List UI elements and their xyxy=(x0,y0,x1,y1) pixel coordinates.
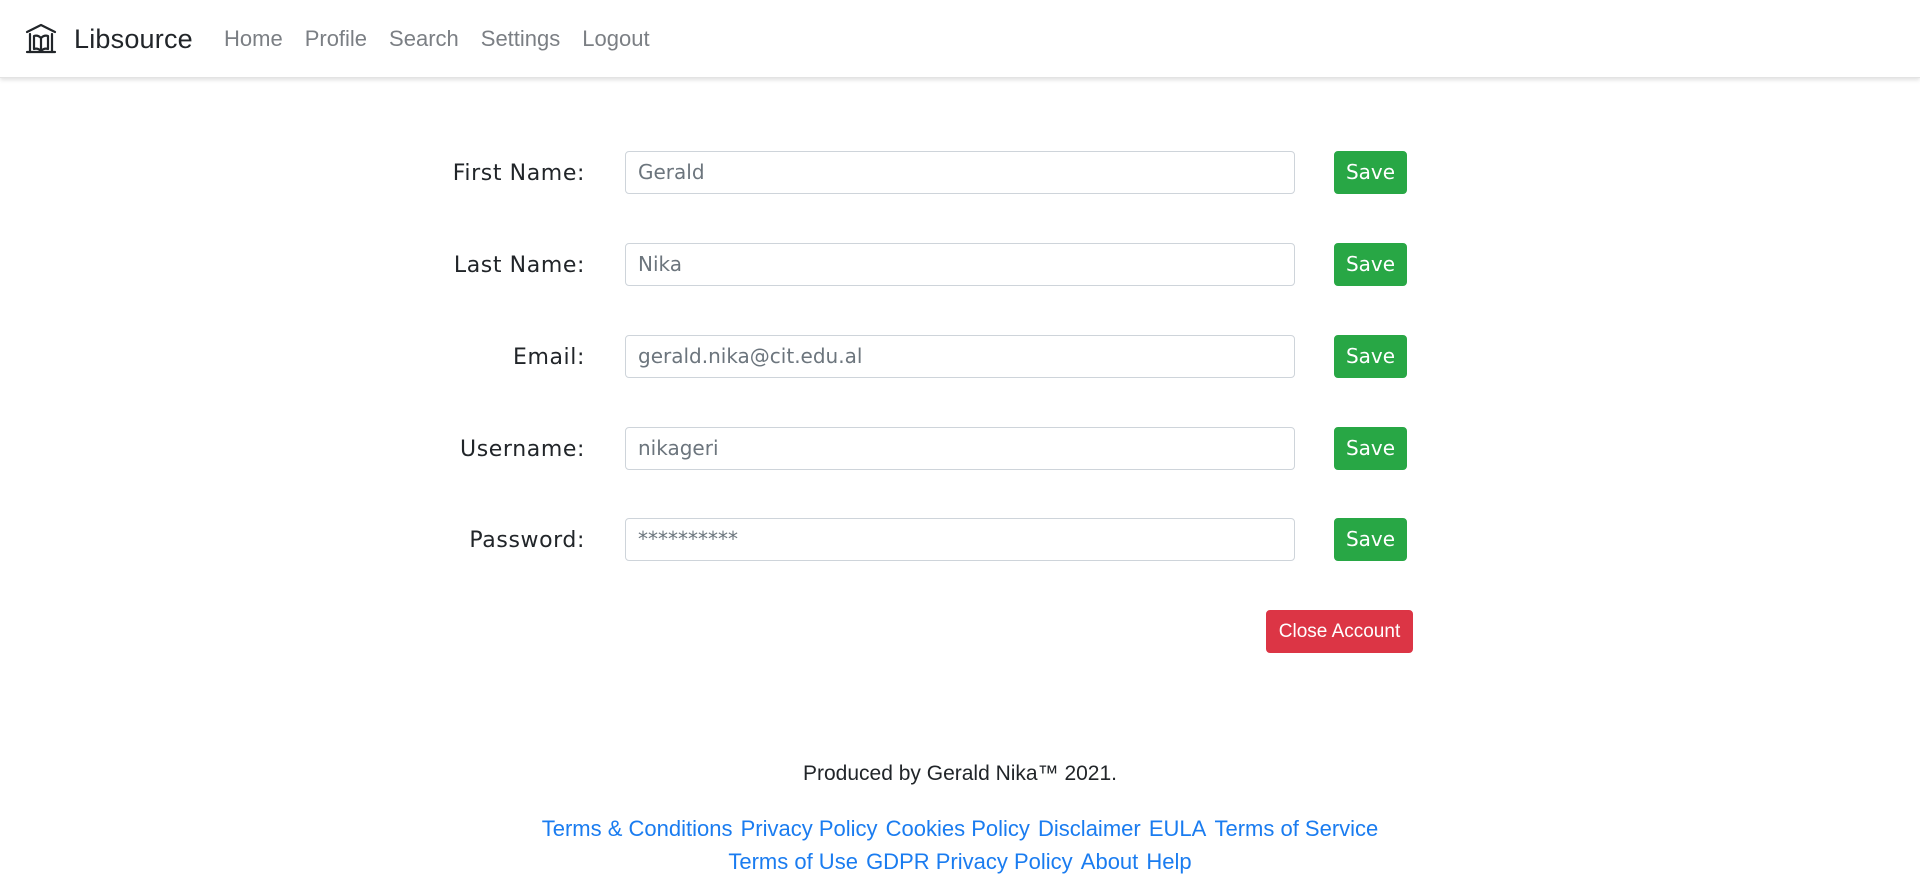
footer-link-terms-conditions[interactable]: Terms & Conditions xyxy=(542,816,733,841)
nav-logout-link[interactable]: Logout xyxy=(582,26,649,52)
nav-search-link[interactable]: Search xyxy=(389,26,459,52)
password-label: Password: xyxy=(469,528,585,553)
nav-profile-link[interactable]: Profile xyxy=(305,26,367,52)
nav-settings-link[interactable]: Settings xyxy=(481,26,561,52)
close-account-button[interactable]: Close Account xyxy=(1266,610,1413,653)
footer-link-help[interactable]: Help xyxy=(1146,849,1191,874)
username-label: Username: xyxy=(460,437,585,462)
brand-link[interactable]: Libsource xyxy=(24,20,193,58)
footer-credit: Produced by Gerald Nika™ 2021. xyxy=(802,762,1117,785)
username-input[interactable]: nikageri xyxy=(625,427,1295,470)
footer-link-cookies-policy[interactable]: Cookies Policy xyxy=(886,816,1030,841)
footer-link-terms-of-use[interactable]: Terms of Use xyxy=(728,849,858,874)
first-name-label: First Name: xyxy=(452,161,585,186)
nav-home-link[interactable]: Home xyxy=(224,26,283,52)
footer-link-disclaimer[interactable]: Disclaimer xyxy=(1038,816,1141,841)
last-name-row: Last Name: Nika Save xyxy=(0,243,1920,287)
username-row: Username: nikageri Save xyxy=(0,427,1920,471)
email-input[interactable]: gerald.nika@cit.edu.al xyxy=(625,335,1295,378)
last-name-label: Last Name: xyxy=(453,253,585,278)
top-navbar: Libsource Home Profile Search Settings L… xyxy=(0,0,1920,78)
email-label: Email: xyxy=(512,345,585,370)
footer-link-terms-of-service[interactable]: Terms of Service xyxy=(1214,816,1378,841)
email-row: Email: gerald.nika@cit.edu.al Save xyxy=(0,335,1920,379)
password-input[interactable]: ********** xyxy=(625,518,1295,561)
nav-menu: Home Profile Search Settings Logout xyxy=(224,24,672,54)
save-password-button[interactable]: Save xyxy=(1334,518,1407,561)
footer-links-row-1: Terms & Conditions Privacy Policy Cookie… xyxy=(0,816,1920,842)
footer-links-row-2: Terms of Use GDPR Privacy Policy About H… xyxy=(0,849,1920,875)
first-name-input[interactable]: Gerald xyxy=(625,151,1295,194)
brand-name: Libsource xyxy=(74,23,193,54)
save-username-button[interactable]: Save xyxy=(1334,427,1407,470)
footer-link-eula[interactable]: EULA xyxy=(1149,816,1206,841)
last-name-input[interactable]: Nika xyxy=(625,243,1295,286)
footer-link-privacy-policy[interactable]: Privacy Policy xyxy=(741,816,878,841)
first-name-row: First Name: Gerald Save xyxy=(0,151,1920,195)
save-last-name-button[interactable]: Save xyxy=(1334,243,1407,286)
library-icon xyxy=(24,22,58,56)
save-first-name-button[interactable]: Save xyxy=(1334,151,1407,194)
footer-link-gdpr-privacy-policy[interactable]: GDPR Privacy Policy xyxy=(866,849,1073,874)
footer-link-about[interactable]: About xyxy=(1081,849,1139,874)
save-email-button[interactable]: Save xyxy=(1334,335,1407,378)
password-row: Password: ********** Save xyxy=(0,518,1920,562)
